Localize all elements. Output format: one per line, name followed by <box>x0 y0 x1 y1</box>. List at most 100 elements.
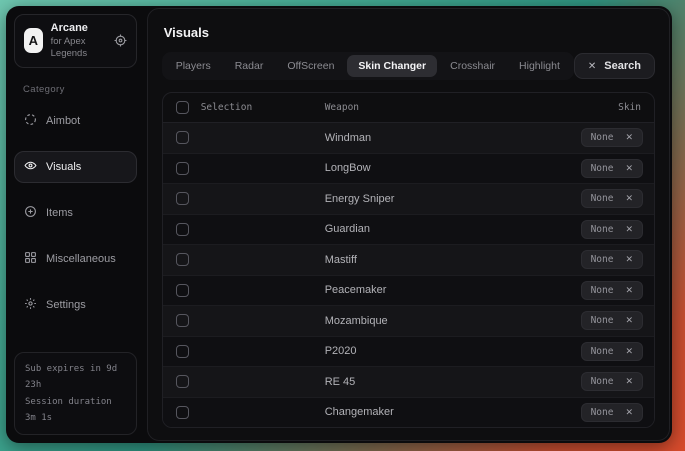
skin-value: None <box>591 132 614 143</box>
brand-text: Arcane for Apex Legends <box>51 22 106 60</box>
tab-offscreen[interactable]: OffScreen <box>276 55 345 77</box>
sidebar-item-label: Visuals <box>46 161 81 173</box>
skin-badge[interactable]: None ✕ <box>581 159 643 178</box>
table-row[interactable]: RE 45 None ✕ <box>163 366 654 397</box>
skin-badge[interactable]: None ✕ <box>581 220 643 239</box>
clear-skin-icon[interactable]: ✕ <box>625 376 633 387</box>
row-checkbox[interactable] <box>176 375 189 388</box>
sidebar: A Arcane for Apex Legends Category <box>6 6 143 443</box>
skin-badge[interactable]: None ✕ <box>581 311 643 330</box>
sidebar-item-settings[interactable]: Settings <box>14 289 137 321</box>
row-checkbox[interactable] <box>176 406 189 419</box>
weapon-name: LongBow <box>325 162 371 174</box>
table-row[interactable]: Guardian None✕ <box>163 214 654 245</box>
app-logo: A <box>24 28 43 53</box>
clear-skin-icon[interactable]: ✕ <box>625 132 633 143</box>
clear-skin-icon[interactable]: ✕ <box>625 315 633 326</box>
tab-highlight[interactable]: Highlight <box>508 55 571 77</box>
clear-skin-icon[interactable]: ✕ <box>625 163 633 174</box>
weapon-name: Peacemaker <box>325 284 387 296</box>
row-checkbox[interactable] <box>176 192 189 205</box>
sub-expires-text: Sub expires in 9d 23h <box>25 361 126 393</box>
session-duration-text: Session duration 3m 1s <box>25 394 126 426</box>
skin-badge[interactable]: None ✕ <box>581 403 643 422</box>
app-window: A Arcane for Apex Legends Category <box>6 6 672 443</box>
skin-value: None <box>591 224 614 235</box>
gear-icon <box>24 297 37 313</box>
table-row[interactable]: Mozambique None✕ <box>163 305 654 336</box>
skin-value: None <box>591 407 614 418</box>
grid-icon <box>24 251 37 267</box>
crosshair-icon <box>24 113 37 129</box>
target-icon[interactable] <box>114 34 127 47</box>
tab-row: Players Radar OffScreen Skin Changer Cro… <box>162 52 655 80</box>
category-label: Category <box>23 84 137 95</box>
table-row[interactable]: Energy Sniper None✕ <box>163 183 654 214</box>
row-checkbox[interactable] <box>176 284 189 297</box>
tab-crosshair[interactable]: Crosshair <box>439 55 506 77</box>
clear-skin-icon[interactable]: ✕ <box>625 346 633 357</box>
skin-value: None <box>591 285 614 296</box>
weapon-name: Changemaker <box>325 406 394 418</box>
skin-value: None <box>591 163 614 174</box>
sidebar-item-miscellaneous[interactable]: Miscellaneous <box>14 243 137 275</box>
selection-header: Selection <box>201 102 252 113</box>
search-button[interactable]: ✕ Search <box>574 53 655 79</box>
row-checkbox[interactable] <box>176 131 189 144</box>
skin-value: None <box>591 346 614 357</box>
page-title: Visuals <box>164 25 655 40</box>
clear-skin-icon[interactable]: ✕ <box>625 407 633 418</box>
table-header: Selection Weapon Skin <box>163 93 654 123</box>
row-checkbox[interactable] <box>176 162 189 175</box>
tab-players[interactable]: Players <box>165 55 222 77</box>
sidebar-nav: Aimbot Visuals Items <box>14 105 137 321</box>
clear-skin-icon[interactable]: ✕ <box>625 285 633 296</box>
sidebar-item-label: Miscellaneous <box>46 253 116 265</box>
skin-value: None <box>591 315 614 326</box>
row-checkbox[interactable] <box>176 253 189 266</box>
box-icon <box>24 205 37 221</box>
skin-badge[interactable]: None✕ <box>581 189 643 208</box>
sidebar-item-items[interactable]: Items <box>14 197 137 229</box>
table-row[interactable]: Peacemaker None ✕ <box>163 275 654 306</box>
tab-skin-changer[interactable]: Skin Changer <box>347 55 437 77</box>
subscription-info: Sub expires in 9d 23h Session duration 3… <box>14 352 137 435</box>
clear-skin-icon[interactable]: ✕ <box>625 224 633 235</box>
select-all-checkbox[interactable] <box>176 101 189 114</box>
row-checkbox[interactable] <box>176 345 189 358</box>
skin-value: None <box>591 376 614 387</box>
sidebar-item-aimbot[interactable]: Aimbot <box>14 105 137 137</box>
skin-badge[interactable]: None ✕ <box>581 342 643 361</box>
skin-badge[interactable]: None ✕ <box>581 372 643 391</box>
skin-badge[interactable]: None ✕ <box>581 128 643 147</box>
table-row[interactable]: Mastiff None ✕ <box>163 244 654 275</box>
clear-skin-icon[interactable]: ✕ <box>625 254 633 265</box>
sidebar-item-label: Settings <box>46 299 86 311</box>
tab-radar[interactable]: Radar <box>224 55 275 77</box>
sidebar-item-label: Aimbot <box>46 115 80 127</box>
weapon-header: Weapon <box>325 102 359 113</box>
app-title: Arcane <box>51 22 106 36</box>
weapon-name: RE 45 <box>325 376 356 388</box>
table-row[interactable]: LongBow None ✕ <box>163 153 654 184</box>
table-row[interactable]: P2020 None✕ <box>163 336 654 367</box>
search-button-label: Search <box>604 60 641 72</box>
row-checkbox[interactable] <box>176 223 189 236</box>
skin-badge[interactable]: None ✕ <box>581 281 643 300</box>
weapon-name: Windman <box>325 132 371 144</box>
row-checkbox[interactable] <box>176 314 189 327</box>
skin-value: None <box>591 254 614 265</box>
table-row[interactable]: Changemaker None ✕ <box>163 397 654 428</box>
table-body: Windman None ✕ LongBow None ✕ Energy Snipe… <box>163 123 654 427</box>
brand-card: A Arcane for Apex Legends <box>14 14 137 68</box>
clear-skin-icon[interactable]: ✕ <box>625 193 633 204</box>
weapon-name: Mastiff <box>325 254 357 266</box>
sidebar-item-visuals[interactable]: Visuals <box>14 151 137 183</box>
skin-header: Skin <box>618 102 641 113</box>
weapon-name: Energy Sniper <box>325 193 395 205</box>
table-row[interactable]: Windman None ✕ <box>163 123 654 153</box>
skin-badge[interactable]: None ✕ <box>581 250 643 269</box>
sidebar-item-label: Items <box>46 207 73 219</box>
search-icon: ✕ <box>588 61 596 72</box>
skins-table: Selection Weapon Skin Windman None ✕ Long… <box>162 92 655 428</box>
